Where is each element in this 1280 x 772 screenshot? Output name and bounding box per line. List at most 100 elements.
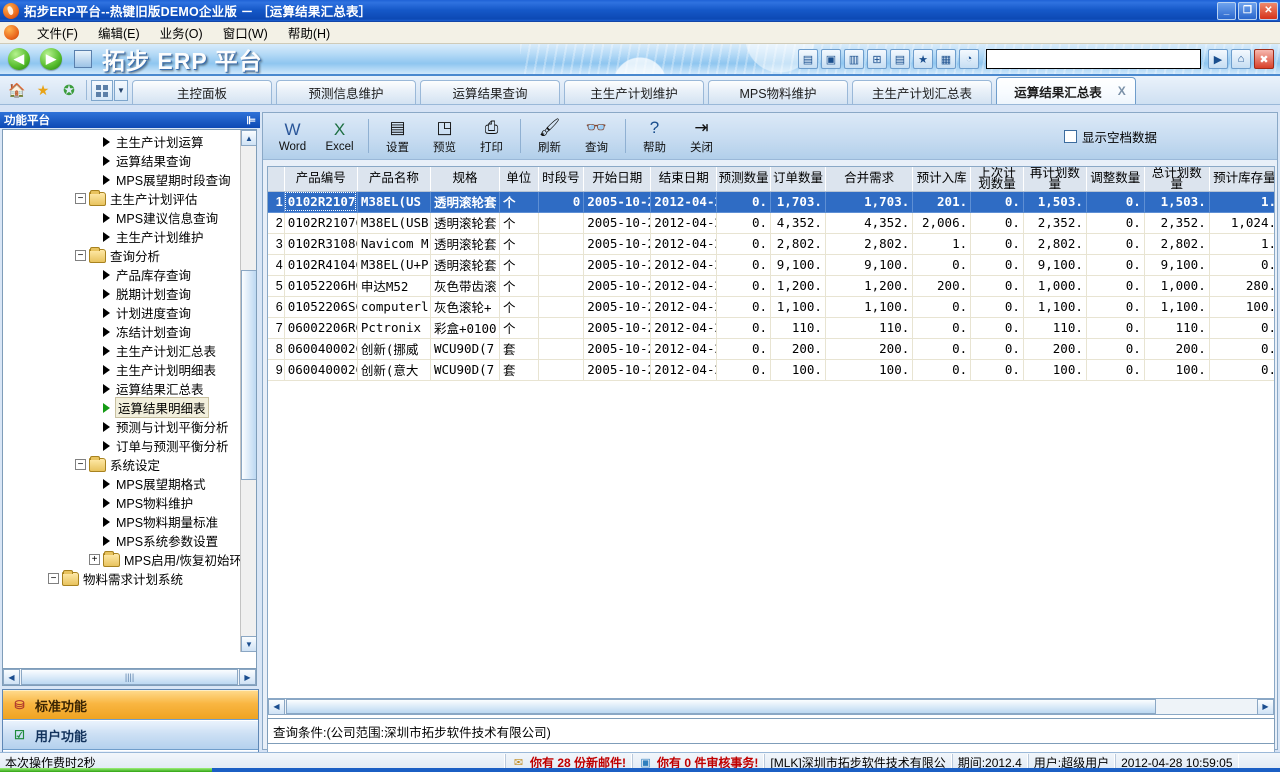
table-row[interactable]: 20102R2107CM38EL(USB透明滚轮套个2005-10-212012… (268, 212, 1275, 233)
column-header-code[interactable]: 产品编号 (284, 167, 357, 191)
cell-expected_stock[interactable]: 280. (1209, 275, 1275, 296)
cell-replan_qty[interactable]: 1,000. (1023, 275, 1086, 296)
toolbar-button-search-binoculars[interactable]: 👓查询 (573, 115, 620, 158)
toolbar-button-preview[interactable]: ◳预览 (421, 115, 468, 158)
data-grid[interactable]: 产品编号产品名称规格单位时段号开始日期结束日期预测数量订单数量合并需求预计入库上… (267, 166, 1275, 772)
cell-start[interactable]: 2005-10-21 (584, 233, 651, 254)
tab-main-dashboard[interactable]: 主控面板 (132, 80, 272, 104)
table-row[interactable]: 30102R3108CNavicom M透明滚轮套个2005-10-212012… (268, 233, 1275, 254)
tree-expander-icon[interactable]: − (75, 193, 86, 204)
tree-node[interactable]: 主生产计划明细表 (3, 360, 241, 379)
column-header-expected_in[interactable]: 预计入库 (913, 167, 971, 191)
tree-node[interactable]: 运算结果汇总表 (3, 379, 241, 398)
contacts-icon[interactable]: ▦ (936, 49, 956, 69)
cell-last_plan_qty[interactable]: 0. (971, 233, 1024, 254)
scroll-left-icon[interactable]: ◀ (3, 669, 20, 685)
cell-total_plan_qty[interactable]: 100. (1144, 359, 1209, 380)
tree-node[interactable]: 运算结果查询 (3, 151, 241, 170)
table-row[interactable]: 10102R2107M38EL(US透明滚轮套个02005-10-212012-… (268, 191, 1275, 212)
cell-expected_stock[interactable]: 100. (1209, 296, 1275, 317)
cell-rn[interactable]: 5 (268, 275, 284, 296)
cell-adjust_qty[interactable]: 0. (1086, 317, 1144, 338)
cell-adjust_qty[interactable]: 0. (1086, 359, 1144, 380)
org-icon[interactable]: ⊞ (867, 49, 887, 69)
tree-node[interactable]: −主生产计划评估 (3, 189, 241, 208)
cell-name[interactable]: M38EL(US (357, 191, 430, 212)
cell-last_plan_qty[interactable]: 0. (971, 191, 1024, 212)
cell-spec[interactable]: WCU90D(7 (430, 359, 499, 380)
cell-code[interactable]: 01052206SC (284, 296, 357, 317)
table-row[interactable]: 601052206SCcomputerl灰色滚轮+个2005-10-212012… (268, 296, 1275, 317)
cell-spec[interactable]: 彩盒+0100 (430, 317, 499, 338)
cell-spec[interactable]: 灰色滚轮+ (430, 296, 499, 317)
cell-order[interactable]: 1,200. (771, 275, 826, 296)
cell-forecast[interactable]: 0. (717, 233, 771, 254)
cell-adjust_qty[interactable]: 0. (1086, 233, 1144, 254)
back-icon[interactable]: ◀ (8, 48, 30, 70)
cell-name[interactable]: 申达M52 (357, 275, 430, 296)
scroll-up-icon[interactable]: ▲ (241, 130, 257, 146)
cell-code[interactable]: 060040002C (284, 359, 357, 380)
chevron-down-icon[interactable]: ▼ (114, 80, 128, 101)
scroll-right-icon[interactable]: ▶ (239, 669, 256, 685)
cell-expected_in[interactable]: 200. (913, 275, 971, 296)
table-row[interactable]: 706002206RCPctronix彩盒+0100个2005-10-21201… (268, 317, 1275, 338)
toolbar-button-print[interactable]: ⎙打印 (468, 115, 515, 158)
cell-expected_stock[interactable]: 0. (1209, 359, 1275, 380)
cell-order[interactable]: 1,100. (771, 296, 826, 317)
cell-replan_qty[interactable]: 1,503. (1023, 191, 1086, 212)
clock-icon[interactable]: ◔ (959, 49, 979, 69)
tree-node[interactable]: 产品库存查询 (3, 265, 241, 284)
cell-code[interactable]: 0102R2107 (284, 191, 357, 212)
tree-node[interactable]: 冻结计划查询 (3, 322, 241, 341)
toolbar-button-word[interactable]: WWord (269, 115, 316, 158)
cell-total_plan_qty[interactable]: 1,000. (1144, 275, 1209, 296)
cell-order[interactable]: 100. (771, 359, 826, 380)
cell-forecast[interactable]: 0. (717, 275, 771, 296)
cell-merged[interactable]: 110. (825, 317, 912, 338)
cell-expected_in[interactable]: 1. (913, 233, 971, 254)
cell-end[interactable]: 2012-04-27 (651, 233, 717, 254)
cell-start[interactable]: 2005-10-21 (584, 254, 651, 275)
cell-spec[interactable]: 灰色带齿滚 (430, 275, 499, 296)
function-tree[interactable]: 主生产计划运算运算结果查询MPS展望期时段查询−主生产计划评估MPS建议信息查询… (2, 129, 257, 669)
cell-name[interactable]: 创新(意大 (357, 359, 430, 380)
tree-vertical-scrollbar[interactable]: ▲ ▼ (240, 130, 256, 652)
tree-node[interactable]: MPS展望期格式 (3, 474, 241, 493)
cell-forecast[interactable]: 0. (717, 338, 771, 359)
home-icon[interactable]: 🏠 (6, 79, 28, 101)
cell-period[interactable] (538, 338, 584, 359)
cell-period[interactable] (538, 317, 584, 338)
tree-node[interactable]: 订单与预测平衡分析 (3, 436, 241, 455)
cell-total_plan_qty[interactable]: 200. (1144, 338, 1209, 359)
cell-merged[interactable]: 200. (825, 338, 912, 359)
cell-adjust_qty[interactable]: 0. (1086, 338, 1144, 359)
cell-period[interactable] (538, 359, 584, 380)
column-header-adjust_qty[interactable]: 调整数量 (1086, 167, 1144, 191)
cell-rn[interactable]: 4 (268, 254, 284, 275)
cell-expected_stock[interactable]: 0. (1209, 317, 1275, 338)
tab-calc-result-summary[interactable]: 运算结果汇总表 X (996, 77, 1136, 104)
tab-mps-material[interactable]: MPS物料维护 (708, 80, 848, 104)
cell-start[interactable]: 2005-10-21 (584, 275, 651, 296)
maximize-button[interactable]: ❐ (1238, 2, 1257, 20)
toolbar-button-help[interactable]: ?帮助 (631, 115, 678, 158)
column-header-forecast[interactable]: 预测数量 (717, 167, 771, 191)
scrollbar-thumb[interactable]: |||| (21, 669, 238, 685)
page-icon[interactable] (74, 50, 92, 68)
tree-node[interactable]: MPS系统参数设置 (3, 531, 241, 550)
toolbar-button-exit-door[interactable]: ⇥关闭 (678, 115, 725, 158)
tree-node[interactable]: −查询分析 (3, 246, 241, 265)
star-icon[interactable]: ★ (32, 79, 54, 101)
minimize-button[interactable]: _ (1217, 2, 1236, 20)
column-header-merged[interactable]: 合并需求 (825, 167, 912, 191)
column-header-end[interactable]: 结束日期 (651, 167, 717, 191)
menu-item-business[interactable]: 业务(O) (150, 21, 213, 44)
cell-merged[interactable]: 2,802. (825, 233, 912, 254)
cell-total_plan_qty[interactable]: 2,352. (1144, 212, 1209, 233)
cell-replan_qty[interactable]: 100. (1023, 359, 1086, 380)
cell-expected_in[interactable]: 0. (913, 317, 971, 338)
cell-forecast[interactable]: 0. (717, 212, 771, 233)
column-header-period[interactable]: 时段号 (538, 167, 584, 191)
cell-start[interactable]: 2005-10-21 (584, 296, 651, 317)
